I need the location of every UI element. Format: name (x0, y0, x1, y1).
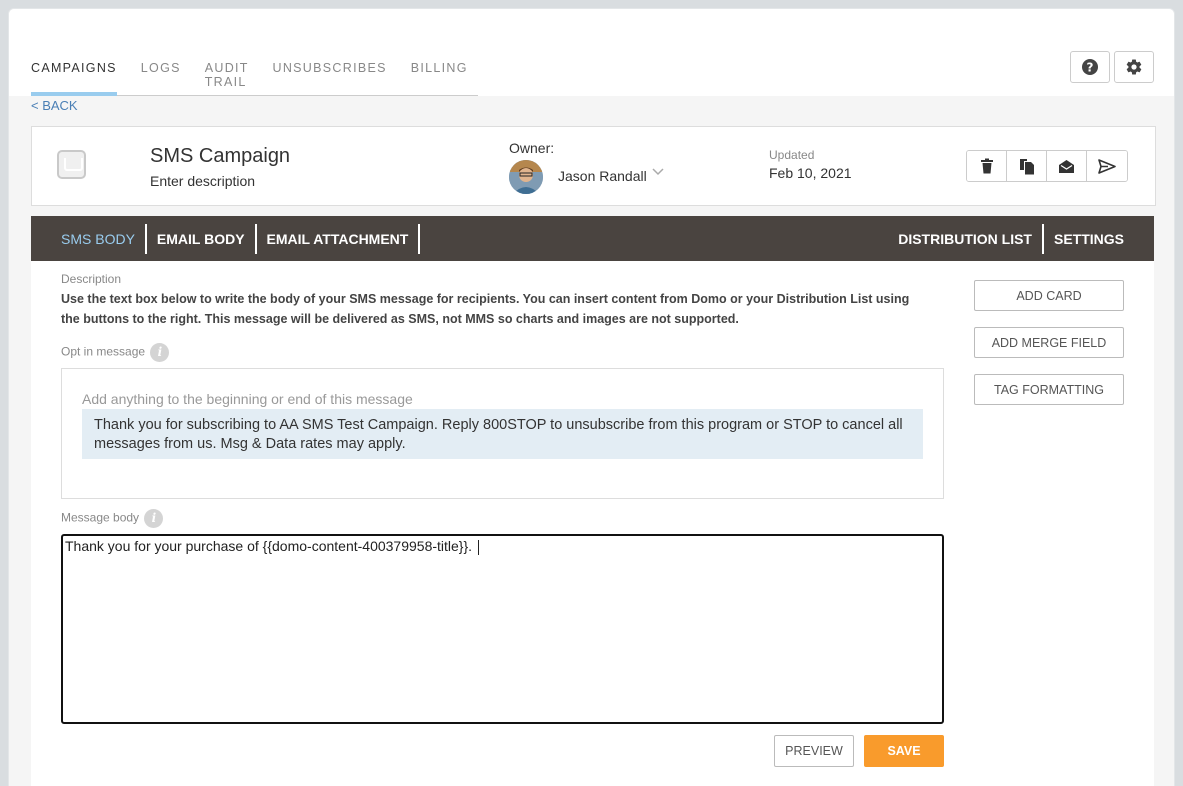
info-icon[interactable]: i (144, 509, 164, 528)
campaign-subnav: SMS BODY EMAIL BODY EMAIL ATTACHMENT DIS… (31, 216, 1154, 261)
tab-settings[interactable]: SETTINGS (1044, 224, 1134, 254)
svg-text:?: ? (1087, 61, 1094, 75)
updated-date: Feb 10, 2021 (769, 165, 852, 181)
preview-button[interactable]: PREVIEW (774, 735, 854, 767)
description-text: Use the text box below to write the body… (61, 292, 910, 326)
opt-in-box[interactable]: Add anything to the beginning or end of … (61, 368, 944, 499)
updated-label: Updated (769, 148, 815, 162)
message-body-label: Message body i (61, 509, 164, 528)
tab-campaigns[interactable]: CAMPAIGNS (31, 61, 117, 96)
tab-logs[interactable]: LOGS (141, 61, 181, 95)
campaign-title[interactable]: SMS Campaign (150, 145, 290, 168)
campaign-inbox-icon (57, 150, 86, 179)
copy-icon (1019, 158, 1034, 174)
tag-formatting-button[interactable]: TAG FORMATTING (974, 374, 1124, 405)
opt-in-label: Opt in message i (61, 343, 170, 362)
add-card-button[interactable]: ADD CARD (974, 280, 1124, 311)
opt-in-placeholder: Add anything to the beginning or end of … (82, 391, 413, 407)
tab-sms-body[interactable]: SMS BODY (51, 223, 147, 254)
text-caret (478, 539, 480, 555)
message-body-text: Thank you for your purchase of {{domo-co… (65, 538, 473, 554)
settings-button[interactable] (1114, 51, 1154, 83)
owner-label: Owner: (509, 140, 555, 156)
copy-button[interactable] (1007, 151, 1047, 181)
campaign-actions (966, 150, 1128, 182)
message-body-label-text: Message body (61, 510, 140, 525)
tab-billing[interactable]: BILLING (411, 61, 468, 95)
opt-in-message: Thank you for subscribing to AA SMS Test… (82, 409, 923, 459)
opt-in-label-text: Opt in message (61, 344, 146, 359)
campaign-description[interactable]: Enter description (150, 173, 255, 189)
tab-email-attachment[interactable]: EMAIL ATTACHMENT (257, 223, 421, 254)
trash-icon (980, 158, 993, 174)
back-link[interactable]: < BACK (31, 98, 78, 113)
save-button[interactable]: SAVE (864, 735, 944, 767)
help-icon: ? (1082, 59, 1098, 75)
message-body-input[interactable]: Thank you for your purchase of {{domo-co… (61, 534, 944, 724)
top-bar: CAMPAIGNS LOGS AUDIT TRAIL UNSUBSCRIBES … (9, 9, 1174, 96)
send-button[interactable] (1087, 151, 1127, 181)
description-label: Description (61, 272, 122, 286)
help-button[interactable]: ? (1070, 51, 1110, 83)
owner-name[interactable]: Jason Randall (558, 168, 647, 184)
campaign-header: SMS Campaign Enter description Owner: Ja… (31, 126, 1156, 206)
add-merge-field-button[interactable]: ADD MERGE FIELD (974, 327, 1124, 358)
info-icon[interactable]: i (150, 343, 170, 362)
tab-unsubscribes[interactable]: UNSUBSCRIBES (273, 61, 387, 95)
tab-distribution-list[interactable]: DISTRIBUTION LIST (888, 223, 1044, 254)
envelope-open-icon (1059, 159, 1074, 173)
preview-email-button[interactable] (1047, 151, 1087, 181)
sms-body-panel: Description Use the text box below to wr… (31, 261, 1154, 786)
tab-email-body[interactable]: EMAIL BODY (147, 223, 257, 254)
gear-icon (1126, 59, 1142, 75)
send-icon (1098, 158, 1116, 174)
app-frame: CAMPAIGNS LOGS AUDIT TRAIL UNSUBSCRIBES … (8, 8, 1175, 786)
delete-button[interactable] (967, 151, 1007, 181)
avatar (509, 160, 543, 194)
tab-audit-trail[interactable]: AUDIT TRAIL (205, 61, 249, 95)
main-tabs: CAMPAIGNS LOGS AUDIT TRAIL UNSUBSCRIBES … (31, 9, 478, 96)
chevron-down-icon[interactable] (651, 165, 665, 182)
